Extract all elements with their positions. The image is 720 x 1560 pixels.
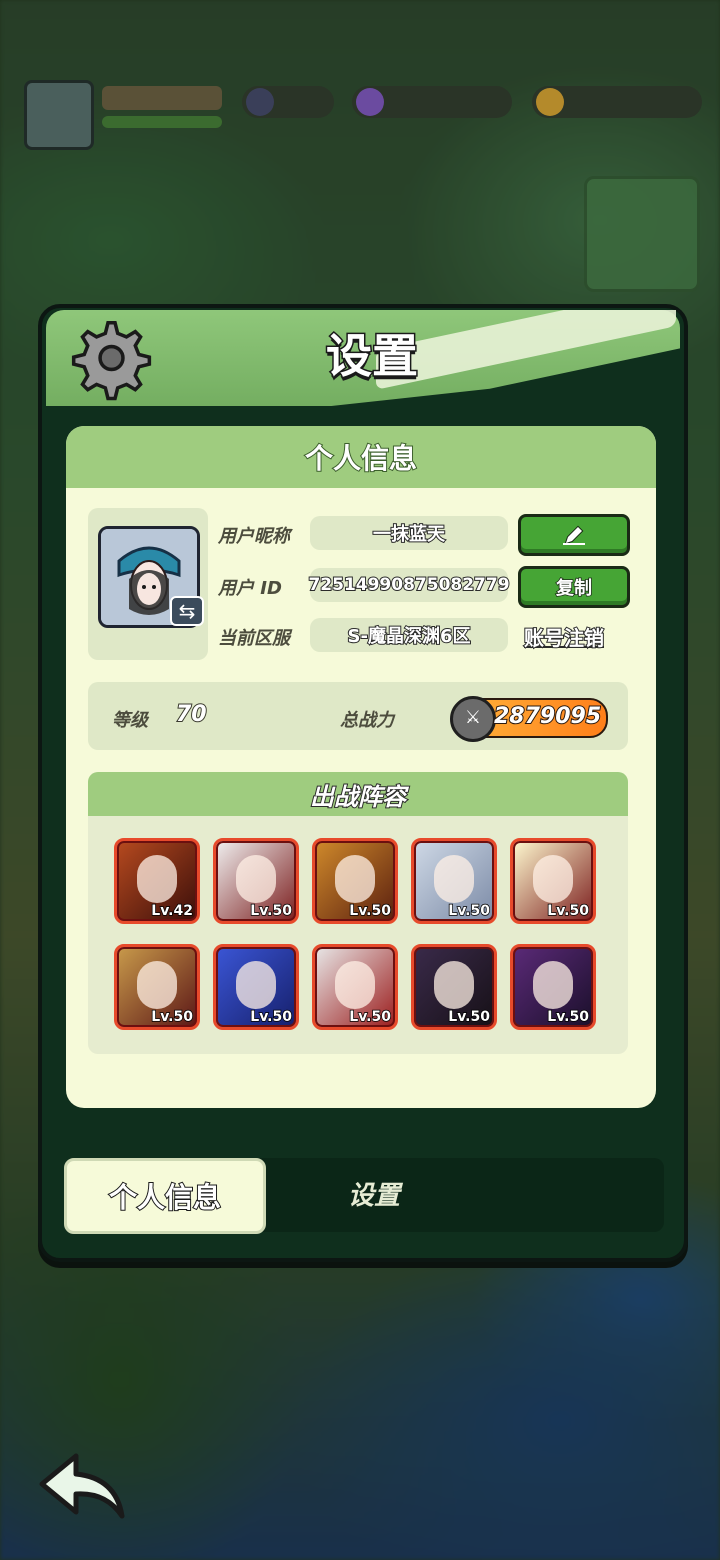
power-value: 2879095 [493, 703, 602, 730]
user-id-label: 用户 ID [218, 578, 282, 599]
stats-bar: 等级 70 总战力 ⚔ 2879095 [88, 682, 628, 750]
hero-level: Lv.50 [349, 902, 392, 920]
sword-icon: ⚔ [450, 696, 496, 742]
hero-card[interactable]: Lv.42 [114, 838, 200, 924]
edit-nickname-button[interactable] [518, 514, 630, 556]
hero-level: Lv.50 [547, 902, 590, 920]
level-value: 70 [175, 701, 208, 728]
tab-settings[interactable]: 设置 [304, 1170, 444, 1216]
hud-avatar[interactable] [24, 80, 94, 150]
hero-portrait [335, 855, 375, 903]
hero-portrait [236, 961, 276, 1009]
hero-card[interactable]: Lv.50 [213, 838, 299, 924]
top-hud [12, 72, 712, 150]
lineup-title: 出战阵容 [309, 782, 407, 812]
hero-level: Lv.42 [151, 902, 194, 920]
hero-card[interactable]: Lv.50 [411, 838, 497, 924]
power-badge: ⚔ 2879095 [450, 696, 608, 742]
minimap[interactable] [584, 176, 700, 292]
level-label: 等级 [112, 710, 148, 731]
hero-portrait [434, 961, 474, 1009]
panel-title: 设置 [325, 328, 420, 385]
hud-currency-3-icon [536, 88, 564, 116]
hero-card[interactable]: Lv.50 [510, 838, 596, 924]
hero-level: Lv.50 [547, 1008, 590, 1026]
hero-portrait [137, 961, 177, 1009]
nickname-value: 一抹蓝天 [310, 516, 508, 550]
hero-level: Lv.50 [250, 902, 293, 920]
tab-personal-info[interactable]: 个人信息 [64, 1158, 266, 1234]
hero-portrait [533, 855, 573, 903]
lineup-header: 出战阵容 [88, 772, 628, 816]
avatar-frame: ⇆ [88, 508, 208, 660]
hero-card[interactable]: Lv.50 [213, 944, 299, 1030]
hero-level: Lv.50 [448, 902, 491, 920]
cancel-account-link[interactable]: 账号注销 [523, 622, 605, 651]
hero-portrait [533, 961, 573, 1009]
profile-card: 个人信息 ⇆ 用户昵称 一抹蓝天 用户 ID 72514990875082779… [66, 426, 656, 1108]
hero-portrait [236, 855, 276, 903]
power-label: 总战力 [340, 710, 394, 731]
hero-level: Lv.50 [151, 1008, 194, 1026]
settings-panel: 设置 个人信息 ⇆ 用户昵称 一抹蓝天 用户 ID 72514990875082… [38, 304, 688, 1262]
server-value: S-魔晶深渊6区 [310, 618, 508, 652]
profile-section-title: 个人信息 [304, 441, 418, 476]
hud-name [102, 86, 222, 110]
hero-portrait [137, 855, 177, 903]
profile-info: ⇆ 用户昵称 一抹蓝天 用户 ID 72514990875082779 复制 当… [88, 508, 636, 660]
hero-card[interactable]: Lv.50 [312, 838, 398, 924]
user-id-value: 72514990875082779 [307, 568, 511, 602]
hero-card[interactable]: Lv.50 [114, 944, 200, 1030]
server-label: 当前区服 [218, 628, 290, 649]
hero-level: Lv.50 [349, 1008, 392, 1026]
profile-card-header: 个人信息 [66, 426, 656, 488]
hero-card[interactable]: Lv.50 [510, 944, 596, 1030]
hero-portrait [434, 855, 474, 903]
swap-icon[interactable]: ⇆ [170, 596, 204, 626]
pencil-icon [563, 525, 585, 545]
hero-level: Lv.50 [448, 1008, 491, 1026]
hero-portrait [335, 961, 375, 1009]
tab-bar: 个人信息 设置 [64, 1158, 664, 1234]
hero-level: Lv.50 [250, 1008, 293, 1026]
hud-currency-1-icon [246, 88, 274, 116]
hud-currency-2-icon [356, 88, 384, 116]
lineup-section: 出战阵容 Lv.42 Lv.50 Lv.50 Lv.50 Lv.50 Lv.50 Lv.50… [88, 772, 628, 1054]
hud-exp-bar [102, 116, 222, 128]
copy-id-button[interactable]: 复制 [518, 566, 630, 608]
nickname-label: 用户昵称 [218, 526, 290, 547]
hero-grid: Lv.42 Lv.50 Lv.50 Lv.50 Lv.50 Lv.50 Lv.50 Lv.50… [114, 838, 614, 1038]
hero-card[interactable]: Lv.50 [312, 944, 398, 1030]
back-arrow-icon[interactable] [36, 1448, 132, 1528]
gear-icon [71, 321, 152, 401]
hero-card[interactable]: Lv.50 [411, 944, 497, 1030]
